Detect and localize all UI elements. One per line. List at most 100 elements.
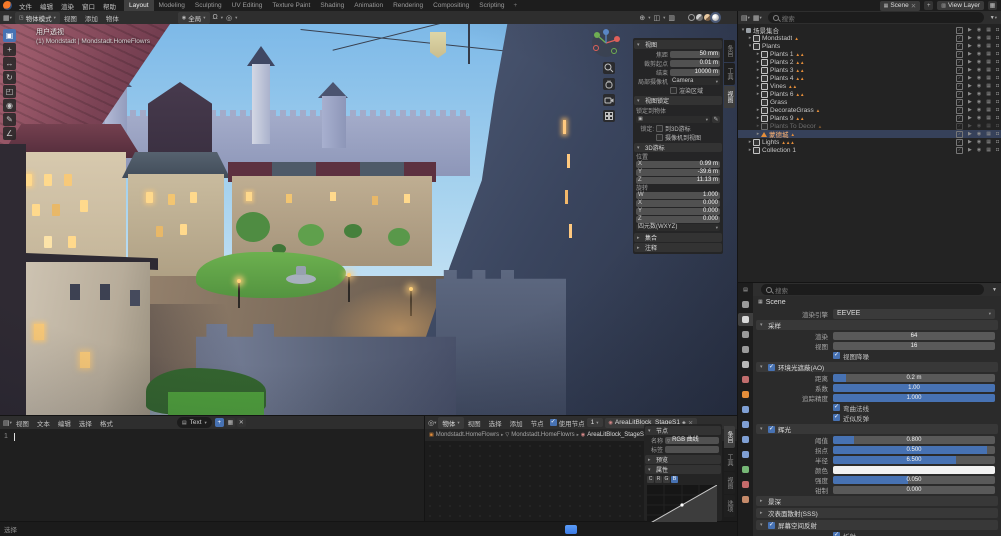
render-disable-icon[interactable]: ◘ bbox=[996, 138, 999, 146]
workspace-tab[interactable]: Modeling bbox=[154, 0, 190, 11]
viewport-canvas[interactable]: 用户透视 (1) Mondstadt | Mondstadt.HomeFlowr… bbox=[0, 24, 737, 415]
row-label[interactable]: Plants 6 bbox=[770, 91, 794, 98]
properties-editor-icon[interactable]: ▤ bbox=[738, 283, 753, 296]
checkbox-checked[interactable]: ✓ bbox=[833, 532, 840, 536]
open-text-icon[interactable]: ▦ bbox=[226, 418, 235, 427]
properties-search[interactable]: 搜索 bbox=[761, 284, 984, 295]
n-panel-tab[interactable]: 视图 bbox=[724, 472, 735, 494]
selectable-icon[interactable]: ▶ bbox=[968, 138, 972, 146]
panel-header-view[interactable]: ▾视图 bbox=[634, 40, 722, 49]
prop-slider[interactable]: 0.000 bbox=[833, 486, 995, 494]
exclude-checkbox[interactable]: ✓ bbox=[956, 123, 963, 130]
selectable-icon[interactable]: ▶ bbox=[968, 50, 972, 58]
exclude-checkbox[interactable]: ✓ bbox=[956, 75, 963, 82]
outliner-row[interactable]: ▸ Plants 1 ▲▲ ✓ ▶ ◉ ▦ ◘ bbox=[738, 50, 1001, 58]
shader-type-dropdown[interactable]: 物体▾ bbox=[438, 417, 463, 429]
outliner-row[interactable]: ▸ Vines ▲▲ ✓ ▶ ◉ ▦ ◘ bbox=[738, 82, 1001, 90]
viewport-disable-icon[interactable]: ▦ bbox=[986, 114, 991, 122]
cursor-rot-field[interactable]: Y0.000 bbox=[636, 208, 720, 215]
selectable-icon[interactable]: ▶ bbox=[968, 114, 972, 122]
properties-tab-particles[interactable] bbox=[738, 418, 753, 431]
outliner-row[interactable]: ▸ Lights ▲▲▲ ✓ ▶ ◉ ▦ ◘ bbox=[738, 138, 1001, 146]
hide-eye-icon[interactable]: ◉ bbox=[977, 98, 981, 106]
hide-eye-icon[interactable]: ◉ bbox=[977, 82, 981, 90]
n-value-field[interactable]: 50 mm bbox=[670, 51, 720, 58]
section-subsurface-scattering[interactable]: ▸次表面散射(SSS) bbox=[756, 508, 998, 518]
exclude-checkbox[interactable]: ✓ bbox=[956, 51, 963, 58]
outliner-row[interactable]: ▸ Collection 1 ✓ ▶ ◉ ▦ ◘ bbox=[738, 146, 1001, 154]
gizmo-toggle-icon[interactable]: ⊕ bbox=[639, 14, 645, 22]
checkbox-checked[interactable]: ✓ bbox=[833, 352, 840, 359]
hide-eye-icon[interactable]: ◉ bbox=[977, 26, 981, 34]
add-workspace-button[interactable]: + bbox=[510, 2, 522, 9]
properties-tab-tool[interactable] bbox=[738, 298, 753, 311]
shader-menu[interactable]: 视图 bbox=[464, 418, 485, 428]
workspace-tab[interactable]: Compositing bbox=[428, 0, 474, 11]
render-disable-icon[interactable]: ◘ bbox=[996, 106, 999, 114]
proportional-edit-icon[interactable]: ◎ bbox=[226, 14, 232, 22]
outliner-row[interactable]: Grass ✓ ▶ ◉ ▦ ◘ bbox=[738, 98, 1001, 106]
text-editor-menu[interactable]: 编辑 bbox=[54, 418, 75, 428]
selectable-icon[interactable]: ▶ bbox=[968, 26, 972, 34]
ortho-grid-icon[interactable] bbox=[603, 110, 615, 122]
exclude-checkbox[interactable]: ✓ bbox=[956, 59, 963, 66]
zoom-icon[interactable] bbox=[603, 62, 615, 74]
blender-logo-icon[interactable] bbox=[3, 1, 12, 10]
exclude-checkbox[interactable]: ✓ bbox=[956, 27, 963, 34]
render-disable-icon[interactable]: ◘ bbox=[996, 114, 999, 122]
prop-slider[interactable]: 0.2 m bbox=[833, 374, 995, 382]
selectable-icon[interactable]: ▶ bbox=[968, 146, 972, 154]
shading-solid-icon[interactable] bbox=[696, 14, 703, 21]
viewport-disable-icon[interactable]: ▦ bbox=[986, 26, 991, 34]
viewport-disable-icon[interactable]: ▦ bbox=[986, 50, 991, 58]
section-sampling[interactable]: ▾采样 bbox=[756, 320, 998, 330]
viewport-menu[interactable]: 物体 bbox=[102, 13, 123, 23]
properties-tab-world[interactable] bbox=[738, 373, 753, 386]
prop-slider[interactable]: 16 bbox=[833, 342, 995, 350]
new-text-button[interactable]: + bbox=[215, 418, 224, 427]
scene-selector[interactable]: ▦ Scene ✕ bbox=[880, 1, 921, 11]
row-label[interactable]: Lights bbox=[762, 139, 779, 146]
n-panel-tab[interactable]: 条目 bbox=[724, 426, 735, 448]
n-value-field[interactable]: 0.01 m bbox=[670, 60, 720, 67]
outliner-row[interactable]: ▸ Plants 2 ▲▲ ✓ ▶ ◉ ▦ ◘ bbox=[738, 58, 1001, 66]
viewport-disable-icon[interactable]: ▦ bbox=[986, 106, 991, 114]
panel-header-view-lock[interactable]: ▾视图锁定 bbox=[634, 96, 722, 105]
panel-header-node[interactable]: ▾节点 bbox=[645, 426, 721, 435]
properties-tab-output[interactable] bbox=[738, 328, 753, 341]
row-label[interactable]: Plants 4 bbox=[770, 75, 794, 82]
topbar-menu[interactable]: 编辑 bbox=[36, 1, 57, 11]
viewport-disable-icon[interactable]: ▦ bbox=[986, 82, 991, 90]
shader-menu[interactable]: 节点 bbox=[527, 418, 548, 428]
topbar-menu[interactable]: 文件 bbox=[15, 1, 36, 11]
text-editor-menu[interactable]: 视图 bbox=[12, 418, 33, 428]
eyedropper-icon[interactable]: ✎ bbox=[712, 116, 720, 123]
workspace-tab[interactable]: Shading bbox=[315, 0, 349, 11]
exclude-checkbox[interactable]: ✓ bbox=[956, 67, 963, 74]
n-panel-tab[interactable]: 视图 bbox=[724, 86, 735, 108]
cursor-rot-field[interactable]: X0.000 bbox=[636, 200, 720, 207]
lock-3d-cursor-checkbox[interactable] bbox=[656, 125, 663, 132]
row-label[interactable]: DecorateGrass bbox=[770, 107, 814, 114]
tool-rotate[interactable]: ↻ bbox=[3, 71, 16, 84]
viewport-disable-icon[interactable]: ▦ bbox=[986, 58, 991, 66]
curve-channel-button[interactable]: G bbox=[663, 476, 670, 483]
section-ambient-occlusion[interactable]: ▾✓环境光遮蔽(AO) bbox=[756, 362, 998, 372]
n-value-field[interactable]: 10000 m bbox=[670, 69, 720, 76]
outliner-search[interactable]: 搜索 bbox=[768, 12, 984, 23]
viewport-disable-icon[interactable]: ▦ bbox=[986, 74, 991, 82]
viewport-disable-icon[interactable]: ▦ bbox=[986, 66, 991, 74]
properties-tab-constraints[interactable] bbox=[738, 448, 753, 461]
section-screen-space-reflections[interactable]: ▾✓屏幕空间反射 bbox=[756, 520, 998, 530]
panel-header-properties[interactable]: ▾属性 bbox=[645, 465, 721, 474]
exclude-checkbox[interactable]: ✓ bbox=[956, 139, 963, 146]
panel-header-preview[interactable]: ▸预览 bbox=[645, 455, 721, 464]
exclude-checkbox[interactable]: ✓ bbox=[956, 43, 963, 50]
viewport-disable-icon[interactable]: ▦ bbox=[986, 42, 991, 50]
use-nodes-checkbox[interactable]: ✓ bbox=[550, 419, 557, 426]
hide-eye-icon[interactable]: ◉ bbox=[977, 146, 981, 154]
render-disable-icon[interactable]: ◘ bbox=[996, 90, 999, 98]
outliner-row[interactable]: ▸ DecorateGrass ▲ ✓ ▶ ◉ ▦ ◘ bbox=[738, 106, 1001, 114]
properties-tab-physics[interactable] bbox=[738, 433, 753, 446]
row-label[interactable]: Plants 1 bbox=[770, 51, 794, 58]
